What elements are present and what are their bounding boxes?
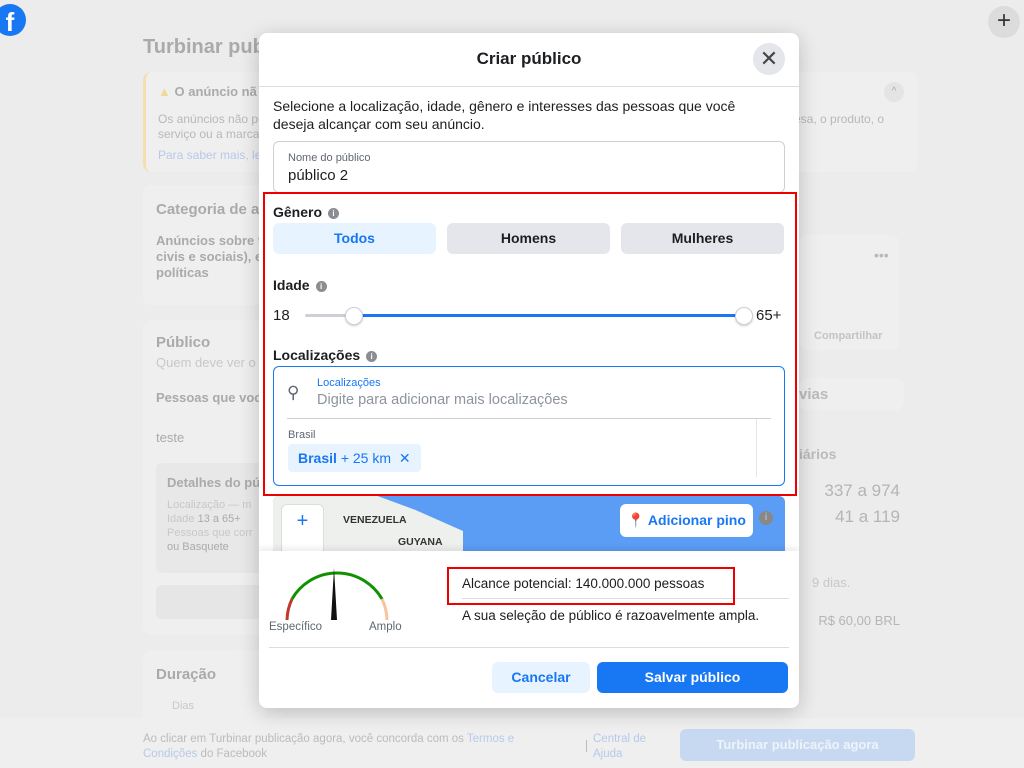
boost-post-button[interactable]: Turbinar publicação agora bbox=[680, 729, 915, 761]
footer-text: do Facebook bbox=[200, 748, 268, 760]
facebook-logo-icon[interactable]: f bbox=[0, 4, 26, 37]
audience-details: Detalhes do pú Localização — m Idade 13 … bbox=[156, 463, 266, 573]
warning-icon: ▲ bbox=[158, 84, 171, 99]
save-audience-button[interactable]: Salvar público bbox=[597, 662, 788, 693]
details-interest: ou Basquete bbox=[167, 541, 229, 553]
audience-card: Público Quem deve ver o Pessoas que voc … bbox=[143, 320, 266, 635]
engagement-stat: 41 a 119 bbox=[835, 507, 900, 526]
audience-name[interactable]: teste bbox=[156, 430, 184, 445]
more-icon[interactable]: ••• bbox=[874, 247, 889, 263]
gauge-specific-label: Específico bbox=[269, 621, 323, 633]
audience-title: Público bbox=[156, 334, 211, 351]
audience-text: Pessoas que voc bbox=[156, 390, 262, 405]
details-age-value: 13 a 65+ bbox=[197, 513, 241, 525]
collapse-icon[interactable]: ^ bbox=[884, 82, 904, 102]
audience-name-input[interactable]: Nome do público público 2 bbox=[273, 141, 785, 193]
warning-text: Os anúncios não po bbox=[158, 112, 265, 126]
highlight-box bbox=[447, 567, 735, 605]
dialog-title: Criar público bbox=[476, 49, 582, 68]
post-preview: ••• Compartilhar bbox=[799, 235, 899, 350]
info-icon[interactable]: i bbox=[759, 511, 773, 525]
footer-text: Ao clicar em Turbinar publicação agora, … bbox=[143, 733, 464, 745]
dialog-intro: Selecione a localização, idade, gênero e… bbox=[273, 98, 736, 132]
category-card: Categoria de a Anúncios sobre t civis e … bbox=[143, 185, 265, 305]
duration-note: 9 dias. bbox=[812, 575, 851, 590]
edit-audience-button[interactable] bbox=[156, 585, 266, 619]
add-pin-button[interactable]: 📍 Adicionar pino bbox=[620, 504, 753, 537]
details-title: Detalhes do pú bbox=[167, 475, 261, 490]
category-text: Anúncios sobre t bbox=[156, 233, 263, 248]
audience-gauge bbox=[285, 568, 389, 621]
highlight-box bbox=[263, 192, 797, 496]
details-people: Pessoas que corr bbox=[167, 527, 253, 539]
reach-stat: 337 a 974 bbox=[824, 481, 900, 500]
details-location: Localização — m bbox=[167, 499, 252, 511]
page-title: Turbinar pub bbox=[143, 36, 265, 58]
create-button[interactable]: + bbox=[988, 6, 1020, 38]
audience-name-label: Nome do público bbox=[288, 152, 371, 164]
close-icon: ✕ bbox=[759, 46, 779, 71]
daily-results-title: iários bbox=[799, 446, 837, 462]
help-center-link[interactable]: Central de Ajuda bbox=[593, 732, 663, 762]
details-age-label: Idade bbox=[167, 513, 195, 525]
share-button: Compartilhar bbox=[814, 330, 883, 342]
category-text: civis e sociais), e bbox=[156, 249, 263, 264]
add-pin-label: Adicionar pino bbox=[647, 512, 746, 528]
learn-more-link[interactable]: Para saber mais, lei bbox=[158, 148, 264, 162]
close-button[interactable]: ✕ bbox=[753, 43, 785, 75]
gauge-needle bbox=[331, 568, 337, 620]
gauge-broad-label: Amplo bbox=[369, 621, 402, 633]
cancel-button[interactable]: Cancelar bbox=[492, 662, 590, 693]
map-label: VENEZUELA bbox=[343, 514, 407, 526]
reach-note: A sua seleção de público é razoavelmente… bbox=[462, 608, 760, 623]
map-pin-icon: 📍 bbox=[627, 512, 645, 528]
budget-total: R$ 60,00 BRL bbox=[818, 613, 900, 628]
days-label: Dias bbox=[172, 700, 195, 712]
warning-text: serviço ou a marca bbox=[158, 127, 260, 141]
category-text: políticas bbox=[156, 265, 209, 280]
duration-title: Duração bbox=[156, 666, 217, 683]
previews-label: vias bbox=[799, 386, 829, 403]
previews-button[interactable]: vias bbox=[799, 378, 904, 410]
audience-name-value: público 2 bbox=[288, 167, 349, 184]
footer-bar: Ao clicar em Turbinar publicação agora, … bbox=[0, 718, 1024, 768]
warning-text: esa, o produto, o bbox=[794, 112, 885, 126]
category-title: Categoria de a bbox=[156, 201, 260, 218]
warning-title: O anúncio nã bbox=[174, 84, 257, 99]
audience-subtitle: Quem deve ver o bbox=[156, 355, 256, 370]
map-label: GUYANA bbox=[398, 536, 443, 548]
